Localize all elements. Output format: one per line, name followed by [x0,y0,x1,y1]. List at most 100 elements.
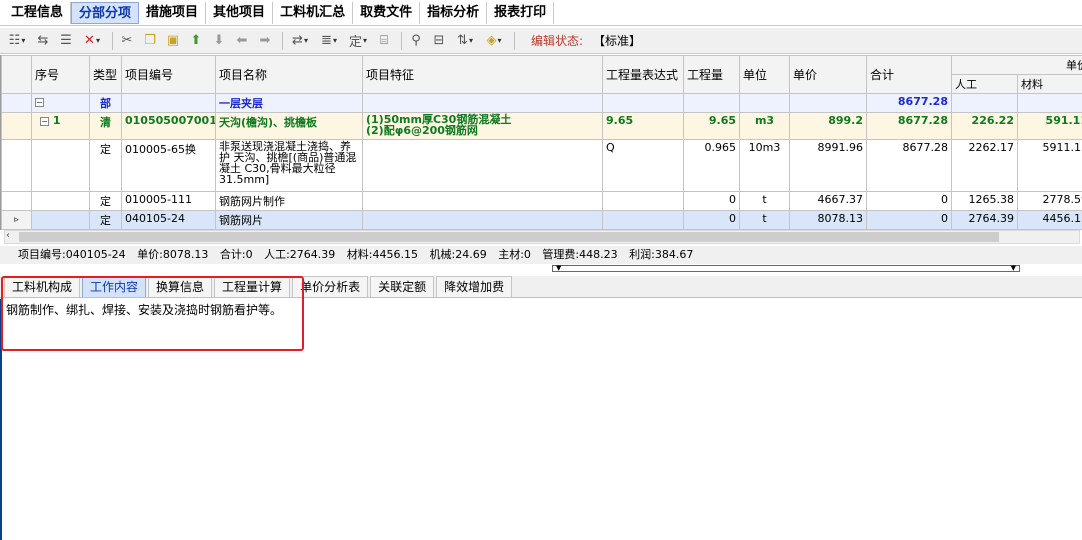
tab-report-print[interactable]: 报表打印 [487,1,555,24]
cell-expr[interactable] [602,191,684,211]
work-content-panel[interactable]: 钢筋制作、绑扎、焊接、安装及浇捣时钢筋看护等。 [0,299,1082,540]
find-icon[interactable]: ⚲ [406,31,426,51]
col-expr[interactable]: 工程量表达式 [602,55,684,94]
tab-quantity-calc[interactable]: 工程量计算 [214,276,291,297]
cell-seq [31,139,90,192]
cell-seq [31,191,90,211]
splitter-down-icon[interactable]: ▼ [1011,265,1016,272]
cell-price: 4667.37 [789,191,867,211]
cell-total: 0 [866,191,952,211]
scroll-left-icon[interactable]: ‹ [6,230,10,241]
splitter-down-icon[interactable]: ▼ [556,265,561,272]
tab-measures[interactable]: 措施项目 [139,1,207,24]
cell-name: 钢筋网片制作 [215,191,363,211]
info-machine: 机械:24.69 [429,248,487,261]
col-feature[interactable]: 项目特征 [362,55,603,94]
cell-name: 钢筋网片 [215,210,363,230]
cell-price: 8078.13 [789,210,867,230]
cell-seq-value: 1 [52,114,61,127]
right-arrow-icon[interactable]: ➡ [255,31,275,51]
down-arrow-icon[interactable]: ⬇ [209,31,229,51]
info-labor: 人工:2764.39 [264,248,336,261]
cell-unit: m3 [739,112,790,140]
col-material[interactable]: 材料 [1017,74,1082,94]
tab-unit-price-analysis[interactable]: 单价分析表 [292,276,369,297]
cell-material: 2778.59 [1017,191,1082,211]
top-tab-bar: 工程信息 分部分项 措施项目 其他项目 工料机汇总 取费文件 指标分析 报表打印 [0,0,1082,26]
filter-icon[interactable]: ⊟ [429,31,449,51]
tab-other-items[interactable]: 其他项目 [206,1,274,24]
cell-feature [362,210,603,230]
col-name[interactable]: 项目名称 [215,55,363,94]
horizontal-scrollbar[interactable]: ‹ [4,230,1080,244]
cell-name: 天沟(檐沟)、挑檐板 [215,112,363,140]
edit-state-label: 编辑状态: [531,34,584,48]
table-row-bill-item[interactable]: − 1 清 010505007001 天沟(檐沟)、挑檐板 (1)50mm厚C3… [1,112,1082,140]
tab-project-info[interactable]: 工程信息 [4,1,72,24]
clear-icon[interactable]: ≣ ▾ [316,31,342,51]
row-header: ▹ [1,210,32,230]
delete-icon[interactable]: ✕ ▾ [79,31,105,51]
row-header [1,112,32,140]
cell-material: 4456.15 [1017,210,1082,230]
collapse-cell[interactable]: − [31,93,90,113]
col-total[interactable]: 合计 [866,55,952,94]
cell-feature: (1)50mm厚C30钢筋混凝土 (2)配φ6@200钢筋网 [362,112,603,140]
scrollbar-thumb[interactable] [19,232,999,242]
standard-icon[interactable]: ⌸ [374,31,394,51]
cell-qty[interactable]: 0 [683,210,740,230]
col-code[interactable]: 项目编号 [121,55,216,94]
replace-icon[interactable]: ⇄ ▾ [287,31,313,51]
list-icon[interactable]: ☰ [56,31,76,51]
collapse-icon[interactable]: − [35,98,44,107]
panel-splitter[interactable]: ▼ ▼ [552,265,1020,272]
tab-sub-items[interactable]: 分部分项 [71,1,140,24]
copy-icon[interactable]: ❐ [140,31,160,51]
table-row-section[interactable]: − 部 一层夹层 8677.28 [1,93,1082,113]
cell-unit: t [739,210,790,230]
work-content-text[interactable]: 钢筋制作、绑扎、焊接、安装及浇捣时钢筋看护等。 [2,299,1082,320]
cell-expr[interactable] [602,210,684,230]
tab-fee-file[interactable]: 取费文件 [353,1,421,24]
up-arrow-icon[interactable]: ⬆ [186,31,206,51]
cell-qty[interactable]: 9.65 [683,112,740,140]
info-price: 单价:8078.13 [137,248,209,261]
left-arrow-icon[interactable]: ⬅ [232,31,252,51]
cell-qty[interactable]: 0 [683,191,740,211]
cell-material: 5911.13 [1017,139,1082,192]
cell-qty[interactable]: 0.965 [683,139,740,192]
cell-material [1017,93,1082,113]
toolbar-separator [514,31,515,50]
tab-labor-material-machine-summary[interactable]: 工料机汇总 [273,1,354,24]
tab-index-analysis[interactable]: 指标分析 [420,1,488,24]
col-unit[interactable]: 单位 [739,55,790,94]
cut-icon[interactable]: ✂ [117,31,137,51]
sort-icon[interactable]: ⇅ ▾ [452,31,478,51]
col-labor[interactable]: 人工 [951,74,1018,94]
cell-price: 8991.96 [789,139,867,192]
table-row-quota-selected[interactable]: ▹ 定 040105-24 钢筋网片 0 t 8078.13 0 2764.39… [1,210,1082,230]
insert-row-icon[interactable]: ☷ ▾ [4,31,30,51]
quota-icon[interactable]: 定 ▾ [345,31,371,51]
cell-name: 一层夹层 [215,93,363,113]
col-price[interactable]: 单价 [789,55,867,94]
col-seq[interactable]: 序号 [31,55,90,94]
tab-conversion-info[interactable]: 换算信息 [148,276,213,297]
edit-state-value: 【标准】 [593,34,642,48]
paste-icon[interactable]: ▣ [163,31,183,51]
tab-work-content[interactable]: 工作内容 [82,276,147,297]
col-qty[interactable]: 工程量 [683,55,740,94]
cell-expr[interactable]: 9.65 [602,112,684,140]
paint-icon[interactable]: ◈ ▾ [481,31,507,51]
tab-efficiency-fee[interactable]: 降效增加费 [436,276,513,297]
move-icon[interactable]: ⇆ [33,31,53,51]
cell-expr[interactable]: Q [602,139,684,192]
table-row-quota[interactable]: 定 010005-65换 非泵送现浇混凝土浇捣、养护 天沟、挑檐[(商品)普通混… [1,139,1082,192]
tab-related-quota[interactable]: 关联定额 [370,276,435,297]
tab-resource-composition[interactable]: 工料机构成 [4,276,81,297]
col-type[interactable]: 类型 [89,55,122,94]
collapse-icon[interactable]: − [40,117,49,126]
cell-type: 定 [89,210,122,230]
info-code: 项目编号:040105-24 [18,248,126,261]
table-row-quota[interactable]: 定 010005-111 钢筋网片制作 0 t 4667.37 0 1265.3… [1,191,1082,211]
